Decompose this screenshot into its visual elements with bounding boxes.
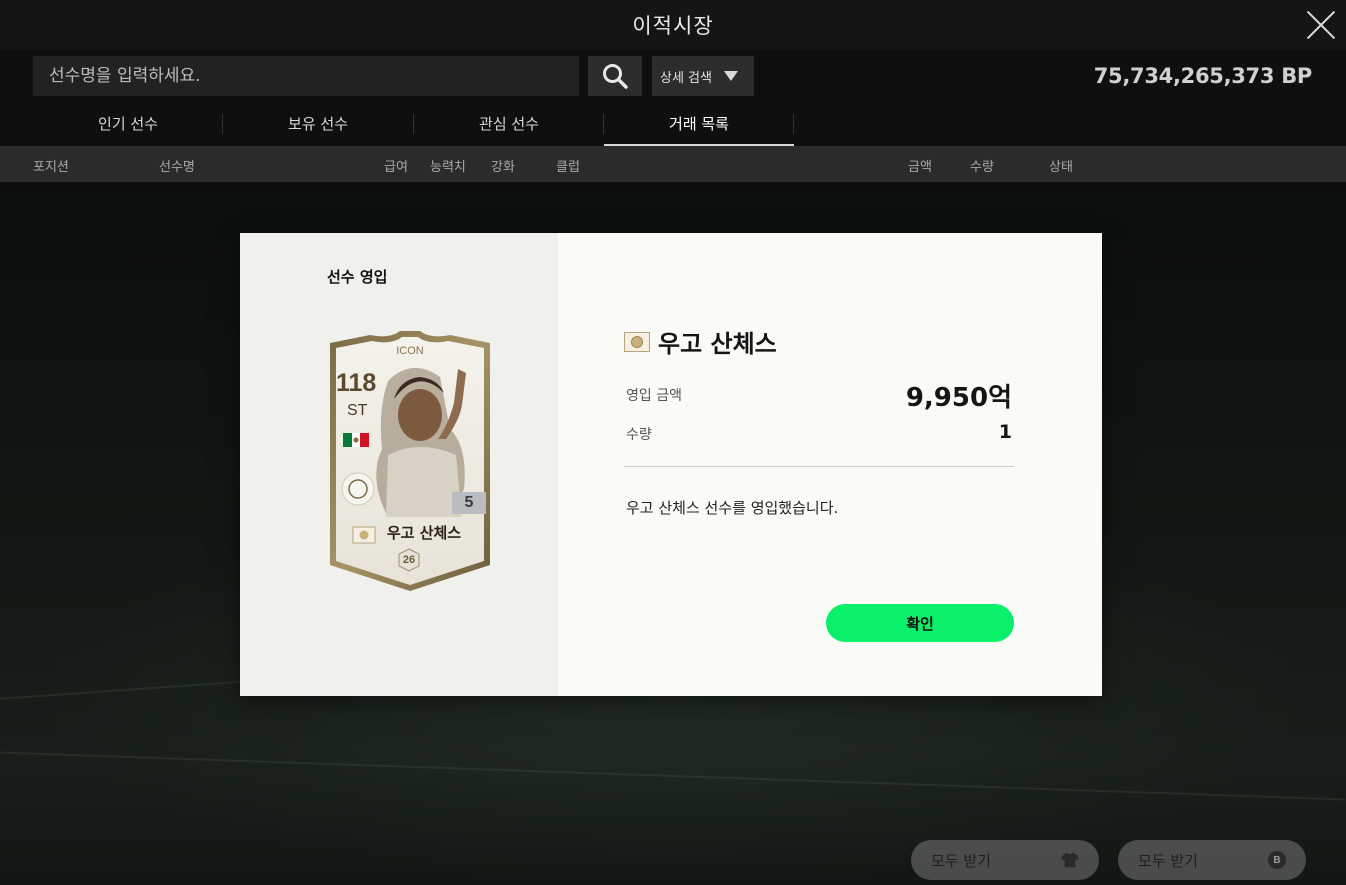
jersey-icon xyxy=(1061,851,1079,869)
tab-label: 관심 선수 xyxy=(479,114,539,133)
confirm-button[interactable]: 확인 xyxy=(826,604,1014,642)
column-quantity: 수량 xyxy=(970,160,994,175)
purchase-dialog: 선수 영입 ICON 118 ST 5 우고 산체스 26 우고 산체스 영입 … xyxy=(240,233,1102,696)
dialog-right-panel: 우고 산체스 영입 금액 9,950억 수량 1 우고 산체스 선수를 영입했습… xyxy=(558,233,1102,696)
tab-popular-players[interactable]: 인기 선수 xyxy=(33,102,223,144)
tab-label: 인기 선수 xyxy=(98,114,158,133)
price-label: 영입 금액 xyxy=(626,388,682,404)
chevron-down-icon xyxy=(723,71,738,81)
column-enhance: 강화 xyxy=(491,160,515,175)
card-salary: 26 xyxy=(402,554,416,566)
tab-owned-players[interactable]: 보유 선수 xyxy=(223,102,413,144)
tab-label: 보유 선수 xyxy=(288,114,348,133)
title-bar: 이적시장 xyxy=(0,0,1346,50)
page-title: 이적시장 xyxy=(632,14,714,38)
player-card: ICON 118 ST 5 우고 산체스 26 xyxy=(328,329,492,591)
card-position: ST xyxy=(347,402,368,419)
card-season-label: ICON xyxy=(396,345,424,357)
result-message: 우고 산체스 선수를 영입했습니다. xyxy=(626,499,839,517)
player-name: 우고 산체스 xyxy=(658,330,777,358)
table-header xyxy=(0,146,1346,182)
column-club: 클럽 xyxy=(556,160,580,175)
dialog-title: 선수 영입 xyxy=(327,268,388,286)
receive-all-bp-button[interactable]: 모두 받기 B xyxy=(1118,840,1306,880)
bp-coin-icon: B xyxy=(1268,851,1286,869)
divider xyxy=(624,466,1014,467)
card-overall: 118 xyxy=(336,369,377,397)
tab-trade-list[interactable]: 거래 목록 xyxy=(604,102,794,146)
player-name-row: 우고 산체스 xyxy=(624,324,777,359)
search-button[interactable] xyxy=(588,56,642,96)
price-value: 9,950억 xyxy=(905,383,1012,413)
column-salary: 급여 xyxy=(384,160,408,175)
search-input[interactable] xyxy=(33,56,579,96)
quantity-label: 수량 xyxy=(626,427,652,443)
column-position: 포지션 xyxy=(33,160,69,175)
dialog-left-panel: 선수 영입 ICON 118 ST 5 우고 산체스 26 xyxy=(240,233,558,696)
receive-all-label: 모두 받기 xyxy=(931,851,991,870)
quantity-value: 1 xyxy=(998,421,1012,443)
column-ability: 능력치 xyxy=(430,160,466,175)
column-name: 선수명 xyxy=(159,160,195,175)
column-amount: 금액 xyxy=(908,160,932,175)
icon-season-badge xyxy=(624,331,650,352)
detail-search-dropdown[interactable]: 상세 검색 xyxy=(652,56,754,96)
detail-search-label: 상세 검색 xyxy=(660,70,712,86)
receive-all-items-button[interactable]: 모두 받기 xyxy=(911,840,1099,880)
tab-label: 거래 목록 xyxy=(669,114,729,133)
card-player-name: 우고 산체스 xyxy=(386,524,462,542)
close-icon[interactable] xyxy=(1306,10,1336,40)
receive-all-label: 모두 받기 xyxy=(1138,851,1198,870)
tab-watchlist-players[interactable]: 관심 선수 xyxy=(414,102,604,144)
column-status: 상태 xyxy=(1049,160,1073,175)
card-enhance-level: 5 xyxy=(452,492,486,514)
bp-balance: 75,734,265,373 BP xyxy=(1093,64,1313,88)
tab-divider xyxy=(793,114,794,134)
search-icon xyxy=(603,64,628,89)
